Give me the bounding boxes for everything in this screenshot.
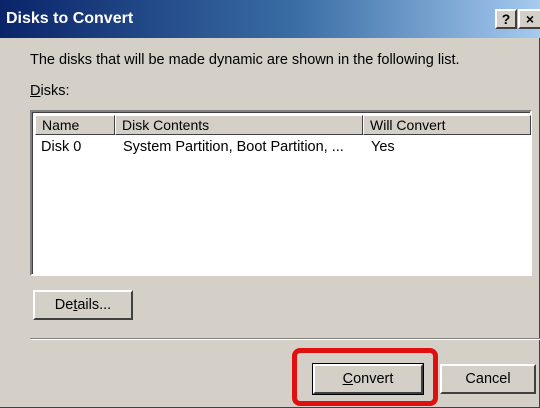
close-button[interactable]: × (518, 9, 540, 29)
column-header-disk-contents[interactable]: Disk Contents (115, 115, 363, 135)
cell-will-convert: Yes (371, 139, 395, 155)
column-header-name[interactable]: Name (35, 115, 115, 135)
help-icon: ? (501, 11, 511, 27)
details-button[interactable]: Details... (33, 290, 133, 320)
separator (30, 338, 540, 340)
description-text: The disks that will be made dynamic are … (30, 52, 460, 68)
disks-label: Disks: (30, 83, 69, 99)
help-button[interactable]: ? (495, 9, 517, 29)
dialog-title: Disks to Convert (6, 10, 134, 27)
column-header-will-convert[interactable]: Will Convert (363, 115, 531, 135)
title-bar: Disks to Convert ? × (0, 0, 540, 38)
details-label-prefix: De (54, 297, 74, 313)
disks-to-convert-dialog: Disks to Convert ? × The disks that will… (0, 0, 540, 408)
cell-disk-contents: System Partition, Boot Partition, ... (123, 139, 344, 155)
disks-label-accelerator: D (30, 83, 41, 99)
close-icon: × (525, 11, 535, 27)
disks-label-text: isks: (40, 83, 70, 99)
details-label-rest: ails... (77, 297, 112, 313)
disks-list-body: Name Disk Contents Will Convert Disk 0 S… (32, 112, 531, 274)
convert-highlight-annotation (292, 348, 438, 406)
cancel-button[interactable]: Cancel (440, 364, 536, 394)
cell-name: Disk 0 (41, 139, 82, 155)
disks-list[interactable]: Name Disk Contents Will Convert Disk 0 S… (30, 110, 532, 276)
